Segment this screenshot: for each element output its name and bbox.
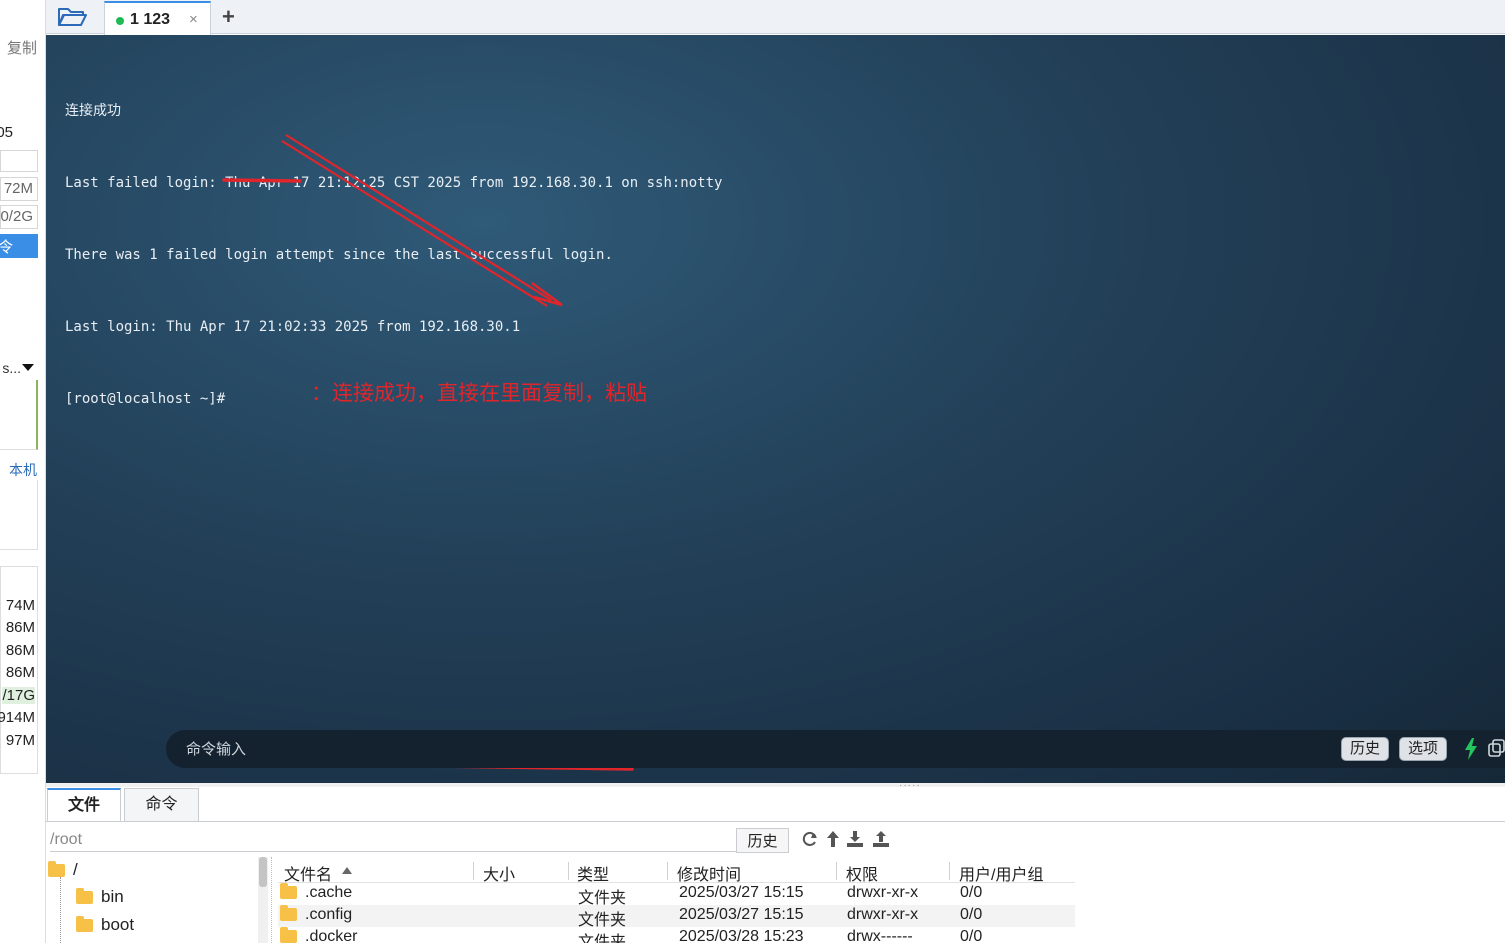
file-name: .config	[305, 906, 353, 923]
file-modified: 2025/03/27 15:15	[679, 906, 804, 923]
bolt-icon[interactable]	[1464, 738, 1478, 760]
session-tab-bar: 1 123 × +	[46, 0, 1505, 35]
tab-files[interactable]: 文件	[47, 788, 121, 822]
column-header-permission[interactable]: 权限	[846, 861, 878, 885]
folder-icon	[280, 927, 297, 943]
command-input-bar: 历史 选项	[166, 730, 1505, 768]
tree-item-bin[interactable]: bin	[76, 884, 124, 910]
tree-guide-line	[60, 877, 61, 943]
table-row[interactable]: .config 文件夹 2025/03/27 15:15 drwxr-xr-x …	[278, 905, 1075, 929]
copy-label[interactable]: 复制	[7, 37, 37, 58]
terminal-line: Last failed login: Thu Apr 17 21:12:25 C…	[65, 175, 723, 191]
close-icon[interactable]: ×	[189, 11, 198, 28]
info-field	[0, 150, 38, 172]
terminal-line: There was 1 failed login attempt since t…	[65, 247, 613, 263]
command-options-button[interactable]: 选项	[1399, 737, 1448, 761]
file-modified: 2025/03/27 15:15	[679, 884, 804, 901]
file-type: 文件夹	[578, 934, 627, 943]
column-header-name[interactable]: 文件名	[284, 861, 332, 885]
info-value: 05	[0, 124, 13, 141]
file-permission: drwxr-xr-x	[847, 884, 919, 901]
download-icon[interactable]	[846, 830, 864, 848]
path-input[interactable]	[50, 828, 736, 852]
file-table: 文件名 大小 类型 修改时间 权限 用户/用户组 .cache 文件夹 2025…	[278, 859, 1075, 943]
process-dropdown-label: s...	[2, 360, 21, 376]
column-header-modified[interactable]: 修改时间	[677, 861, 741, 885]
file-name: .docker	[305, 928, 358, 943]
folder-icon	[76, 915, 93, 932]
tree-item-label: /	[73, 860, 78, 879]
file-manager-panel: 文件 命令 历史 / bin boot	[46, 787, 1505, 943]
disk-value: 0/2G	[0, 208, 33, 225]
refresh-icon[interactable]	[801, 830, 819, 848]
terminal-line: Last login: Thu Apr 17 21:02:33 2025 fro…	[65, 319, 521, 335]
folder-icon	[76, 887, 93, 904]
session-tab-label: 1 123	[130, 11, 171, 28]
memory-value: 72M	[3, 180, 33, 197]
command-button-label: 令	[0, 236, 13, 257]
process-graph	[0, 380, 38, 450]
folder-icon	[280, 883, 297, 900]
file-name: .cache	[305, 884, 353, 901]
column-header-type[interactable]: 类型	[577, 861, 609, 885]
upload-icon[interactable]	[872, 830, 890, 848]
disk-usage-value: 74M	[5, 597, 35, 614]
path-history-button[interactable]: 历史	[736, 828, 789, 853]
file-permission: drwx------	[847, 928, 913, 943]
file-owner: 0/0	[960, 884, 983, 901]
tree-item-label: bin	[101, 887, 124, 906]
open-folder-icon[interactable]	[56, 5, 88, 29]
command-history-button[interactable]: 历史	[1341, 737, 1390, 761]
memory-box: 72M	[0, 177, 38, 201]
directory-tree: / bin boot	[46, 857, 268, 943]
pane-divider[interactable]	[271, 857, 272, 943]
disk-usage-value: 86M	[5, 619, 35, 636]
file-owner: 0/0	[960, 928, 983, 943]
tab-commands[interactable]: 命令	[124, 788, 199, 822]
disk-usage-value: 97M	[5, 732, 35, 749]
network-graph	[0, 480, 38, 550]
tree-item-boot[interactable]: boot	[76, 912, 134, 938]
file-permission: drwxr-xr-x	[847, 906, 919, 923]
tab-divider	[46, 821, 1505, 822]
tree-item-root[interactable]: /	[48, 857, 78, 883]
sort-ascending-icon[interactable]	[342, 867, 352, 874]
session-tab[interactable]: 1 123 ×	[104, 1, 211, 35]
up-directory-icon[interactable]	[826, 830, 840, 848]
connected-status-icon	[116, 17, 124, 25]
chevron-down-icon[interactable]	[22, 364, 34, 372]
column-header-owner[interactable]: 用户/用户组	[959, 861, 1043, 885]
table-header: 文件名 大小 类型 修改时间 权限 用户/用户组	[278, 859, 1075, 885]
disk-usage-value: /17G	[2, 687, 35, 704]
column-header-size[interactable]: 大小	[483, 861, 515, 885]
file-modified: 2025/03/28 15:23	[679, 928, 804, 943]
local-label[interactable]: 本机	[9, 460, 37, 480]
left-sidebar: 复制 05 72M 0/2G 令 s... 本机 74M 86M 86M 86M…	[0, 0, 46, 943]
disk-usage-value: 914M	[0, 709, 35, 726]
folder-icon	[48, 860, 65, 877]
annotation-text: ：连接成功，直接在里面复制，粘贴	[311, 382, 647, 405]
disk-usage-value: 86M	[5, 664, 35, 681]
terminal-line: 连接成功	[65, 103, 121, 119]
tree-item-label: boot	[101, 915, 135, 934]
disk-box: 0/2G	[0, 205, 38, 229]
copy-icon[interactable]	[1488, 738, 1505, 758]
command-button[interactable]: 令	[0, 234, 38, 258]
tree-scrollbar[interactable]	[258, 857, 268, 943]
terminal-pane[interactable]: 连接成功 Last failed login: Thu Apr 17 21:12…	[46, 35, 1505, 783]
tree-scrollbar-thumb[interactable]	[259, 857, 267, 887]
table-row[interactable]: .docker 文件夹 2025/03/28 15:23 drwx------ …	[278, 927, 1075, 943]
folder-icon	[280, 905, 297, 922]
file-owner: 0/0	[960, 906, 983, 923]
command-input[interactable]	[186, 738, 1186, 760]
disk-usage-value: 86M	[5, 642, 35, 659]
add-tab-button[interactable]: +	[222, 4, 235, 30]
table-row[interactable]: .cache 文件夹 2025/03/27 15:15 drwxr-xr-x 0…	[278, 883, 1075, 907]
